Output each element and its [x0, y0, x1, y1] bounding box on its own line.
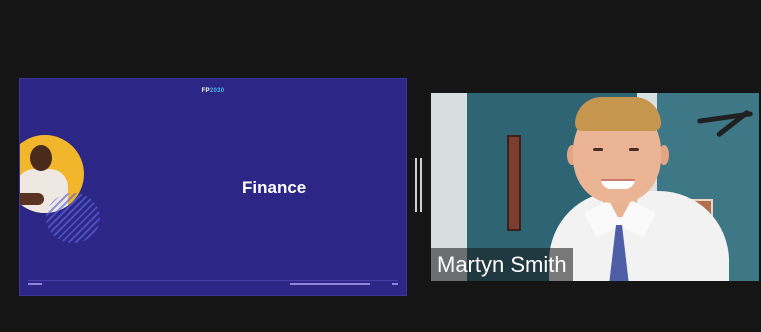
slide-footer-left-mark: [28, 283, 42, 285]
meeting-stage: FP2030 Finance Martyn Smith: [0, 0, 761, 332]
slide-footer-middle-mark: [290, 283, 370, 285]
participant-name-tag: Martyn Smith: [431, 248, 573, 281]
participant-mouth: [601, 179, 635, 189]
slide-logo-accent: 2030: [209, 88, 225, 94]
participant-eye: [629, 148, 639, 151]
ceiling-fan: [689, 107, 755, 147]
slide-photo-arm: [20, 193, 44, 205]
resize-handle-line: [420, 158, 422, 212]
participant-video-tile[interactable]: Martyn Smith: [431, 93, 759, 281]
resize-handle-icon[interactable]: [414, 158, 424, 212]
slide-title: Finance: [242, 178, 307, 197]
participant-eye: [593, 148, 603, 151]
participant-hair: [575, 97, 661, 131]
slide-footer-right-mark: [392, 283, 398, 285]
slide-logo: FP2030: [202, 88, 225, 94]
resize-handle-line: [415, 158, 417, 212]
slide-photo-head: [30, 145, 52, 171]
slide-footer: [28, 280, 398, 289]
video-wall-art: [507, 135, 521, 231]
shared-slide[interactable]: FP2030 Finance: [19, 78, 407, 296]
slide-dot-pattern: [46, 193, 100, 243]
